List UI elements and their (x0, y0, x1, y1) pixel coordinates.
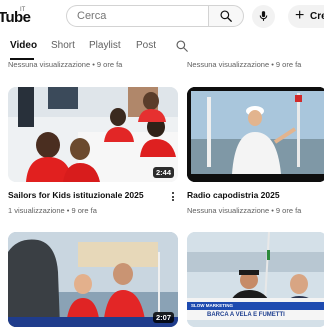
video-duration: 2:07 (152, 312, 174, 323)
video-title[interactable]: Sailors for Kids istituzionale 2025 (8, 190, 144, 200)
video-duration: 2:44 (152, 167, 174, 178)
search-placeholder: Cerca (77, 10, 107, 22)
top-bar: Tube IT Cerca + Crea (0, 0, 324, 34)
video-title[interactable]: Radio capodistria 2025 (187, 190, 280, 200)
tab-playlist[interactable]: Playlist (89, 40, 121, 51)
news-caption-bar: BARCA A VELA E FUMETTI (187, 310, 324, 320)
youtube-logo[interactable]: Tube (0, 9, 31, 26)
channel-tabs: Video Short Playlist Post (0, 34, 324, 61)
video-thumbnail[interactable] (187, 87, 324, 182)
search-icon[interactable] (175, 39, 189, 53)
video-meta: Nessuna visualizzazione • 9 ore fa (187, 206, 302, 215)
search-input[interactable]: Cerca (66, 5, 208, 27)
plus-icon: + (295, 7, 305, 24)
video-thumbnail[interactable]: SLOW MARKETING BARCA A VELA E FUMETTI (187, 232, 324, 327)
search-icon (220, 10, 232, 22)
mic-icon (259, 11, 268, 21)
video-thumbnail[interactable]: 2:07 (8, 232, 178, 327)
thumbnail-image (187, 87, 324, 182)
tab-post[interactable]: Post (136, 40, 156, 51)
more-options-icon[interactable] (172, 192, 175, 203)
tab-video[interactable]: Video (10, 40, 37, 51)
news-caption-bar: SLOW MARKETING (187, 302, 324, 310)
video-thumbnail[interactable]: 2:44 (8, 87, 178, 182)
video-meta: 1 visualizzazione • 9 ore fa (8, 206, 97, 215)
search-button[interactable] (208, 5, 244, 27)
voice-search-button[interactable] (252, 5, 275, 28)
logo-country-code: IT (20, 7, 26, 13)
video-meta: Nessuna visualizzazione • 9 ore fa (187, 60, 302, 69)
tab-short[interactable]: Short (51, 40, 75, 51)
create-label: Crea (310, 11, 324, 22)
create-button[interactable]: + Crea (288, 5, 324, 28)
video-meta: Nessuna visualizzazione • 9 ore fa (8, 60, 123, 69)
caption-bottom-text: BARCA A VELA E FUMETTI (207, 312, 285, 318)
caption-top-text: SLOW MARKETING (191, 303, 233, 308)
